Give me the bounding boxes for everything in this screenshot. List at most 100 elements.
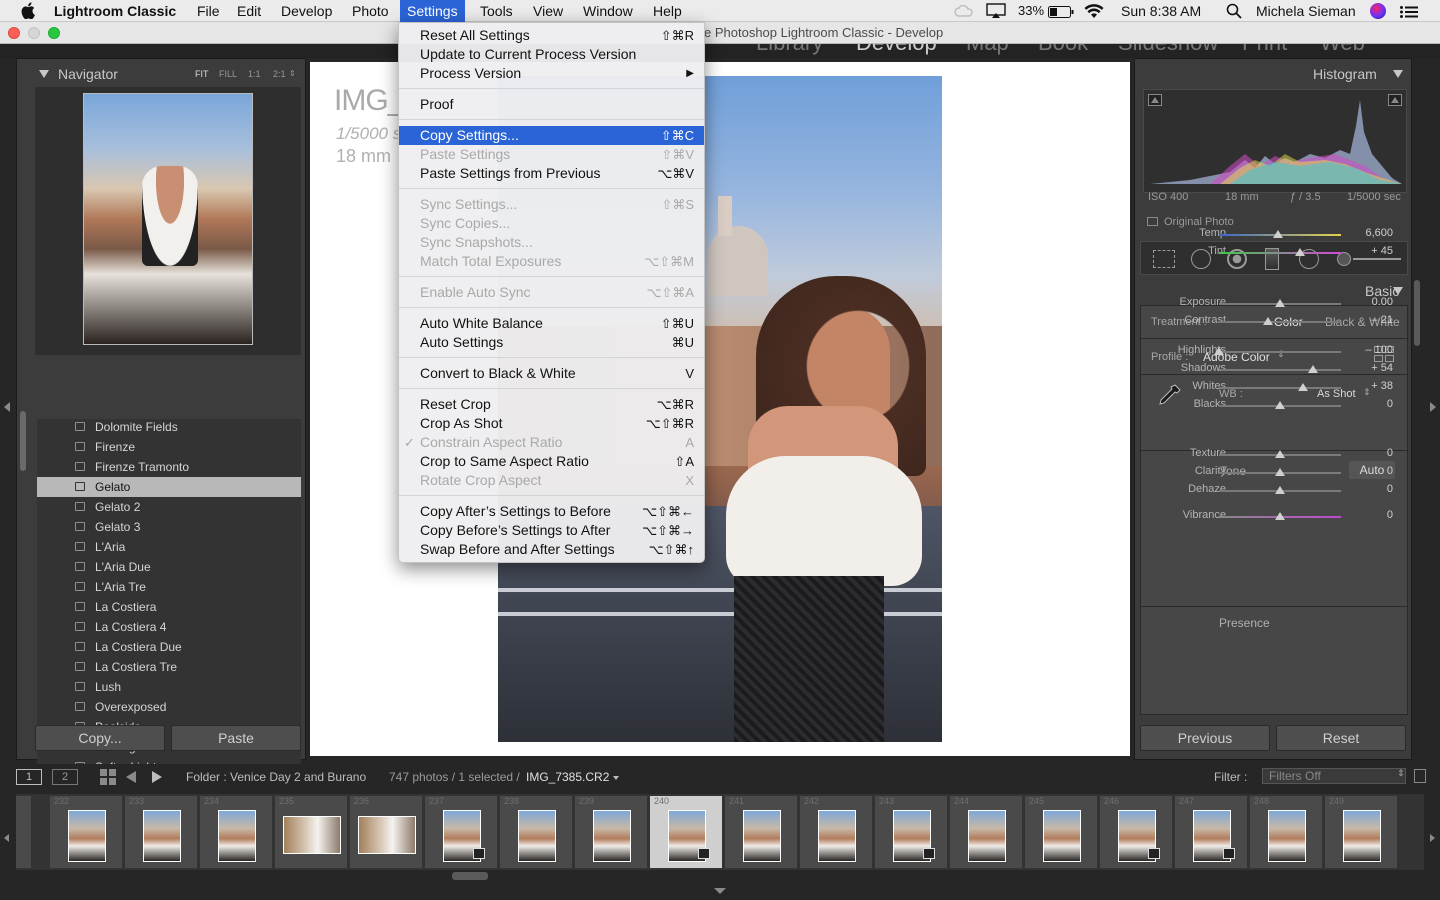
preset-item[interactable]: Firenze Tramonto bbox=[37, 457, 301, 477]
filmstrip-toggle-icon[interactable] bbox=[714, 888, 726, 894]
module-develop[interactable]: Develop bbox=[856, 44, 937, 56]
menu-edit[interactable]: Edit bbox=[230, 0, 268, 22]
filmstrip-cell[interactable]: 243 bbox=[875, 796, 948, 868]
slider-track[interactable] bbox=[1219, 252, 1341, 254]
slider-thumb[interactable] bbox=[1298, 383, 1309, 391]
slider-value[interactable]: + 38 bbox=[1333, 380, 1393, 392]
slider-value[interactable]: + 45 bbox=[1333, 245, 1393, 257]
battery-icon[interactable] bbox=[1048, 5, 1074, 21]
filmstrip-cell[interactable]: 248 bbox=[1250, 796, 1323, 868]
filmstrip-cell[interactable]: 235 bbox=[275, 796, 348, 868]
filmstrip-cell[interactable]: 249 bbox=[1325, 796, 1398, 868]
filter-select[interactable]: Filters Off bbox=[1262, 768, 1406, 784]
preset-item[interactable]: La Costiera Tre bbox=[37, 657, 301, 677]
primary-display-button[interactable]: 1 bbox=[16, 769, 42, 785]
module-slideshow[interactable]: Slideshow bbox=[1118, 44, 1218, 56]
copy-settings-button[interactable]: Copy... bbox=[35, 725, 165, 751]
settings-menu-item[interactable]: Process Version ▶ bbox=[399, 64, 704, 83]
slider-value[interactable]: 0 bbox=[1333, 465, 1393, 477]
filmstrip-cell[interactable]: 241 bbox=[725, 796, 798, 868]
preset-item[interactable]: La Costiera bbox=[37, 597, 301, 617]
filmstrip-cell[interactable] bbox=[16, 796, 32, 868]
settings-menu-item[interactable]: Paste Settings from Previous ⌥⌘V bbox=[399, 164, 704, 183]
zoom-1-1[interactable]: 1:1 bbox=[248, 69, 261, 79]
zoom-fit[interactable]: FIT bbox=[195, 69, 209, 79]
slider-value[interactable]: 0.00 bbox=[1333, 296, 1393, 308]
previous-button[interactable]: Previous bbox=[1140, 725, 1270, 751]
left-panel-toggle-icon[interactable] bbox=[4, 402, 10, 412]
preset-item-selected[interactable]: Gelato bbox=[37, 477, 301, 497]
filmstrip-right-arrow-icon[interactable] bbox=[1430, 834, 1435, 842]
filmstrip-cell[interactable]: 246 bbox=[1100, 796, 1173, 868]
paste-settings-button[interactable]: Paste bbox=[171, 725, 301, 751]
filmstrip-cell[interactable]: 247 bbox=[1175, 796, 1248, 868]
preset-item[interactable]: Lush bbox=[37, 677, 301, 697]
filmstrip-cell[interactable]: 239 bbox=[575, 796, 648, 868]
module-map[interactable]: Map bbox=[966, 44, 1009, 56]
slider-value[interactable]: 6,600 bbox=[1333, 227, 1393, 239]
slider-thumb[interactable] bbox=[1307, 365, 1318, 373]
slider-thumb[interactable] bbox=[1262, 317, 1273, 325]
preset-item[interactable]: L'Aria bbox=[37, 537, 301, 557]
filter-stepper-icon[interactable]: ⇕ bbox=[1397, 768, 1405, 779]
slider-value[interactable]: 0 bbox=[1333, 447, 1393, 459]
airplay-icon[interactable] bbox=[986, 3, 1006, 22]
filmstrip-left-arrow-icon[interactable] bbox=[4, 834, 9, 842]
slider-track[interactable] bbox=[1219, 351, 1341, 353]
filmstrip-cell[interactable]: 233 bbox=[125, 796, 198, 868]
zoom-fill[interactable]: FILL bbox=[219, 69, 237, 79]
filmstrip-cell[interactable]: 242 bbox=[800, 796, 873, 868]
minimize-window-button[interactable] bbox=[28, 27, 40, 39]
slider-value[interactable]: – 100 bbox=[1333, 344, 1393, 356]
slider-value[interactable]: – 21 bbox=[1333, 314, 1393, 326]
slider-track[interactable] bbox=[1219, 369, 1341, 371]
settings-menu-item[interactable]: Copy Before’s Settings to After ⌥⇧⌘→ bbox=[399, 521, 704, 540]
settings-menu-item[interactable]: Proof bbox=[399, 95, 704, 114]
brush-size-slider[interactable] bbox=[1353, 258, 1401, 260]
filmstrip-cell[interactable]: 244 bbox=[950, 796, 1023, 868]
filmstrip-cell[interactable]: 232 bbox=[50, 796, 123, 868]
slider-thumb[interactable] bbox=[1214, 347, 1224, 355]
module-book[interactable]: Book bbox=[1038, 44, 1088, 56]
filmstrip-cell[interactable]: 237 bbox=[425, 796, 498, 868]
zoom-stepper-icon[interactable]: ⇕ bbox=[289, 69, 296, 78]
settings-menu-item[interactable]: Auto White Balance ⇧⌘U bbox=[399, 314, 704, 333]
menubar-user[interactable]: Michela Sieman bbox=[1249, 0, 1363, 22]
filmstrip-cell[interactable]: 234 bbox=[200, 796, 273, 868]
slider-thumb[interactable] bbox=[1275, 401, 1285, 409]
filmstrip-cell[interactable]: 238 bbox=[500, 796, 573, 868]
grid-view-icon[interactable] bbox=[100, 769, 116, 788]
spotlight-search-icon[interactable] bbox=[1226, 3, 1242, 22]
settings-menu-item[interactable]: Copy Settings... ⇧⌘C bbox=[399, 126, 704, 145]
slider-thumb[interactable] bbox=[1275, 468, 1285, 476]
preset-item[interactable]: Overexposed bbox=[37, 697, 301, 717]
slider-thumb[interactable] bbox=[1294, 248, 1305, 256]
basic-collapse-icon[interactable] bbox=[1393, 287, 1403, 295]
menu-settings[interactable]: Settings bbox=[400, 0, 465, 22]
slider-thumb[interactable] bbox=[1275, 450, 1285, 458]
creative-cloud-icon[interactable] bbox=[954, 4, 974, 21]
menu-tools[interactable]: Tools bbox=[473, 0, 520, 22]
forward-arrow-icon[interactable] bbox=[152, 771, 162, 783]
histogram-panel[interactable] bbox=[1143, 89, 1407, 193]
settings-menu-item[interactable]: Update to Current Process Version bbox=[399, 45, 704, 64]
settings-menu-item[interactable]: Reset All Settings ⇧⌘R bbox=[399, 26, 704, 45]
preset-item[interactable]: Dolomite Fields bbox=[37, 419, 301, 437]
slider-value[interactable]: 0 bbox=[1333, 483, 1393, 495]
preset-item[interactable]: L'Aria Due bbox=[37, 557, 301, 577]
settings-menu-item[interactable]: Crop As Shot ⌥⇧⌘R bbox=[399, 414, 704, 433]
slider-thumb[interactable] bbox=[1272, 230, 1283, 238]
preset-item[interactable]: La Costiera 4 bbox=[37, 617, 301, 637]
module-print[interactable]: Print bbox=[1242, 44, 1287, 56]
zoom-2-1[interactable]: 2:1 bbox=[273, 69, 286, 79]
wifi-icon[interactable] bbox=[1084, 3, 1104, 22]
notification-center-icon[interactable] bbox=[1400, 5, 1418, 21]
preset-item[interactable]: Gelato 3 bbox=[37, 517, 301, 537]
module-web[interactable]: Web bbox=[1320, 44, 1365, 56]
preset-item[interactable]: La Costiera Due bbox=[37, 637, 301, 657]
back-arrow-icon[interactable] bbox=[126, 771, 136, 783]
module-library[interactable]: Library bbox=[756, 44, 823, 56]
navigator-collapse-icon[interactable] bbox=[39, 70, 49, 78]
menu-help[interactable]: Help bbox=[646, 0, 689, 22]
apple-icon[interactable] bbox=[14, 0, 42, 22]
